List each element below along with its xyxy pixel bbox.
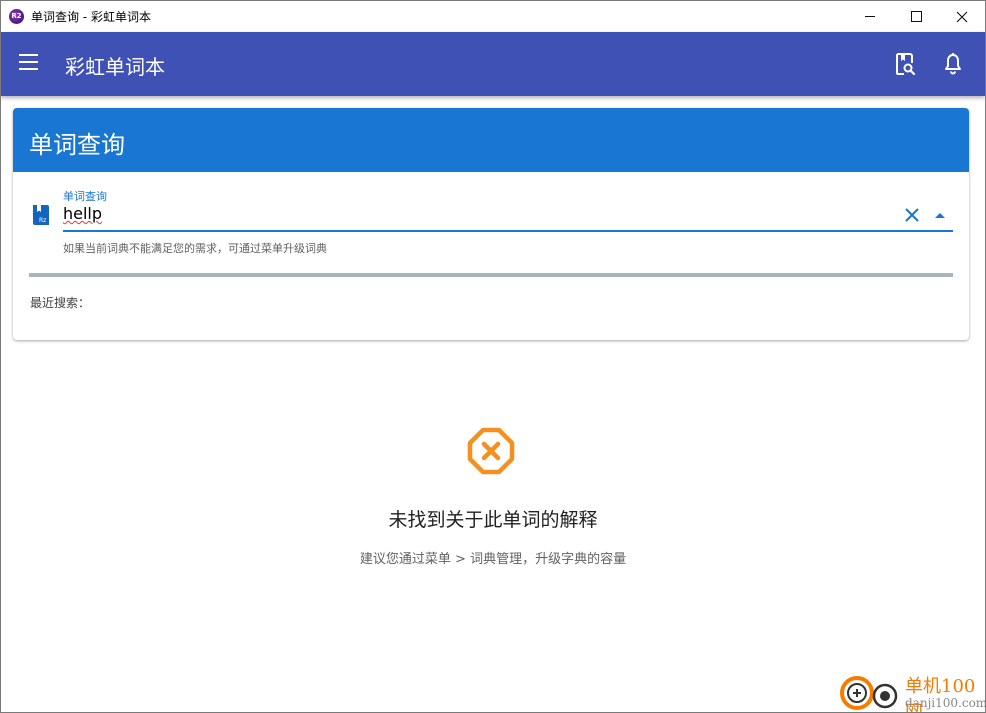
empty-state-subtitle: 建议您通过菜单 > 词典管理，升级字典的容量 — [359, 552, 627, 567]
clear-icon[interactable] — [903, 206, 921, 224]
window-title: 单词查询 - 彩虹单词本 — [31, 10, 151, 24]
app-bar: 彩虹单词本 — [1, 32, 985, 96]
watermark-url: danji100.com — [905, 696, 986, 710]
maximize-icon — [910, 11, 922, 22]
window-titlebar[interactable]: R2 单词查询 - 彩虹单词本 — [1, 1, 985, 32]
empty-state-title: 未找到关于此单词的解释 — [388, 509, 598, 531]
card-header: 单词查询 — [13, 108, 969, 172]
not-found-octagon-icon — [467, 427, 515, 475]
word-search-card: 单词查询 Rz 单词查询 hellp 如果当前词典不能满足您的需求，可通过菜单升… — [13, 108, 969, 340]
app-logo-icon: R2 — [9, 9, 24, 24]
dictionary-search-icon[interactable] — [893, 52, 917, 76]
card-title: 单词查询 — [29, 131, 125, 159]
bell-icon[interactable] — [941, 52, 965, 76]
search-input-value[interactable]: hellp — [63, 204, 102, 223]
recent-searches-label: 最近搜索： — [30, 296, 91, 310]
dictionary-book-icon: Rz — [33, 205, 49, 225]
close-icon — [956, 11, 968, 22]
menu-icon[interactable] — [19, 54, 39, 74]
search-input-underline — [63, 230, 953, 232]
minimize-button[interactable] — [847, 1, 893, 32]
search-input[interactable]: hellp — [63, 204, 883, 226]
loading-progress-bar — [29, 273, 953, 277]
caret-up-icon[interactable] — [933, 208, 947, 222]
close-button[interactable] — [939, 1, 985, 32]
svg-text:Rz: Rz — [39, 217, 46, 224]
search-field-label: 单词查询 — [63, 190, 107, 203]
minimize-icon — [865, 16, 875, 17]
app-window: R2 单词查询 - 彩虹单词本 彩虹单词本 单词查询 Rz 单词查询 hellp… — [0, 0, 986, 713]
maximize-button[interactable] — [893, 1, 939, 32]
site-watermark: 单机100网 danji100.com — [837, 669, 986, 712]
watermark-logo-icon — [840, 676, 898, 710]
search-field-hint: 如果当前词典不能满足您的需求，可通过菜单升级词典 — [63, 242, 327, 255]
app-title: 彩虹单词本 — [65, 55, 165, 79]
